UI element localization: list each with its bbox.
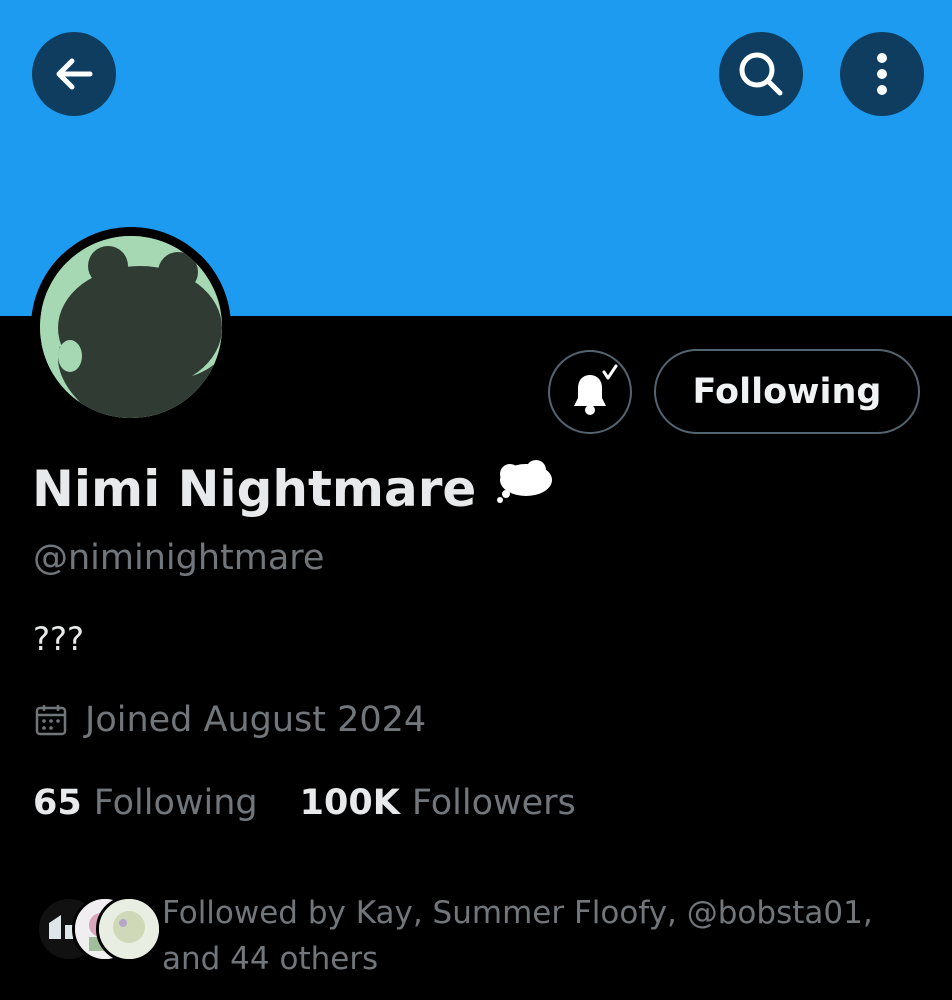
followers-count: 100K	[299, 783, 400, 823]
following-count: 65	[33, 783, 82, 823]
joined-date: Joined August 2024	[33, 700, 426, 740]
silhouette-avatar	[40, 236, 222, 418]
more-options-button[interactable]	[840, 32, 924, 116]
thought-balloon-icon	[492, 460, 556, 518]
following-label: Following	[93, 783, 258, 823]
notifications-button[interactable]	[548, 350, 632, 434]
profile-bio: ???	[33, 620, 84, 658]
search-icon	[739, 52, 783, 96]
bell-check-icon	[574, 364, 618, 415]
profile-handle: @niminightmare	[33, 538, 325, 578]
calendar-icon	[35, 705, 67, 736]
following-button[interactable]: Following	[654, 349, 920, 434]
avatar-image	[40, 236, 222, 418]
profile-stats: 65 Following 100K Followers	[33, 783, 576, 823]
followed-by-text: Followed by Kay, Summer Floofy, @bobsta0…	[162, 895, 873, 977]
followers-stat[interactable]: 100K Followers	[300, 783, 576, 823]
following-button-label: Following	[692, 371, 882, 412]
search-button[interactable]	[719, 32, 803, 116]
display-name-text: Nimi Nightmare	[32, 460, 477, 518]
profile-page: Following Nimi Nightmare @niminightmare …	[0, 0, 952, 1000]
more-vertical-icon	[877, 53, 887, 95]
following-stat[interactable]: 65 Following	[33, 783, 258, 823]
arrow-left-icon	[56, 58, 93, 90]
followed-by-section[interactable]: Followed by Kay, Summer Floofy, @bobsta0…	[36, 890, 936, 980]
display-name: Nimi Nightmare	[32, 460, 556, 518]
mutual-avatars	[36, 896, 162, 966]
back-button[interactable]	[32, 32, 116, 116]
followers-label: Followers	[411, 783, 576, 823]
mutual-avatar	[96, 896, 162, 962]
joined-text: Joined August 2024	[85, 700, 427, 740]
profile-avatar[interactable]	[31, 227, 231, 427]
